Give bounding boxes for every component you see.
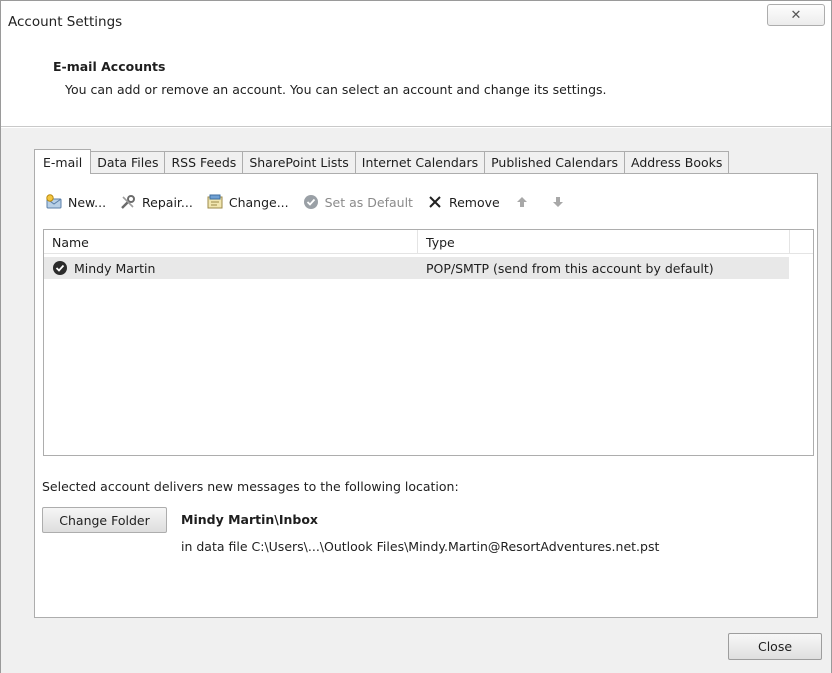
- account-toolbar: New... Repair... Change... Set as Defaul…: [45, 191, 585, 213]
- close-icon: ✕: [790, 7, 802, 23]
- tab-rss-feeds[interactable]: RSS Feeds: [165, 151, 244, 173]
- close-window-button[interactable]: ✕: [767, 4, 825, 26]
- change-button[interactable]: Change...: [206, 193, 289, 211]
- section-title: E-mail Accounts: [53, 59, 166, 74]
- accounts-list[interactable]: Name Type Mindy Martin POP/SMTP (send fr…: [43, 229, 814, 456]
- change-label: Change...: [228, 194, 289, 210]
- arrow-down-icon: [549, 193, 567, 211]
- delivery-data-file-path: in data file C:\Users\...\Outlook Files\…: [181, 539, 660, 554]
- move-down-button[interactable]: [549, 193, 572, 211]
- arrow-up-icon: [513, 193, 531, 211]
- tab-data-files[interactable]: Data Files: [91, 151, 166, 173]
- account-settings-dialog: Account Settings ✕ E-mail Accounts You c…: [0, 0, 832, 673]
- title-bar: Account Settings ✕: [1, 1, 831, 41]
- default-account-check-icon: [52, 260, 68, 276]
- remove-x-icon: [426, 193, 444, 211]
- tab-strip: E-mail Data Files RSS Feeds SharePoint L…: [34, 149, 730, 174]
- close-button[interactable]: Close: [728, 633, 822, 660]
- set-as-default-label: Set as Default: [324, 194, 413, 210]
- wrench-icon: [119, 193, 137, 211]
- account-type: POP/SMTP (send from this account by defa…: [426, 260, 714, 276]
- remove-button[interactable]: Remove: [426, 193, 500, 211]
- header-band: E-mail Accounts You can add or remove an…: [1, 41, 831, 127]
- delivery-folder-name: Mindy Martin\Inbox: [181, 512, 318, 527]
- repair-label: Repair...: [142, 194, 193, 210]
- new-label: New...: [68, 194, 107, 210]
- list-header: Name Type: [44, 230, 813, 254]
- tab-published-calendars[interactable]: Published Calendars: [485, 151, 625, 173]
- remove-label: Remove: [448, 194, 500, 210]
- check-circle-icon: [302, 193, 320, 211]
- dialog-title: Account Settings: [8, 14, 123, 30]
- set-as-default-button[interactable]: Set as Default: [302, 193, 413, 211]
- new-account-icon: [45, 193, 63, 211]
- tab-email[interactable]: E-mail: [34, 149, 92, 174]
- change-account-icon: [206, 193, 224, 211]
- tab-sharepoint-lists[interactable]: SharePoint Lists: [243, 151, 356, 173]
- column-header-name[interactable]: Name: [44, 230, 418, 254]
- list-item[interactable]: Mindy Martin POP/SMTP (send from this ac…: [44, 257, 789, 279]
- account-name: Mindy Martin: [74, 260, 156, 276]
- delivery-location-label: Selected account delivers new messages t…: [42, 479, 459, 494]
- section-description: You can add or remove an account. You ca…: [65, 82, 607, 97]
- account-name-cell: Mindy Martin: [52, 257, 155, 279]
- tab-internet-calendars[interactable]: Internet Calendars: [355, 151, 486, 173]
- column-header-type[interactable]: Type: [418, 230, 790, 254]
- move-up-button[interactable]: [513, 193, 536, 211]
- change-folder-button[interactable]: Change Folder: [42, 507, 167, 533]
- new-account-button[interactable]: New...: [45, 193, 106, 211]
- tab-address-books[interactable]: Address Books: [624, 151, 730, 173]
- repair-button[interactable]: Repair...: [119, 193, 193, 211]
